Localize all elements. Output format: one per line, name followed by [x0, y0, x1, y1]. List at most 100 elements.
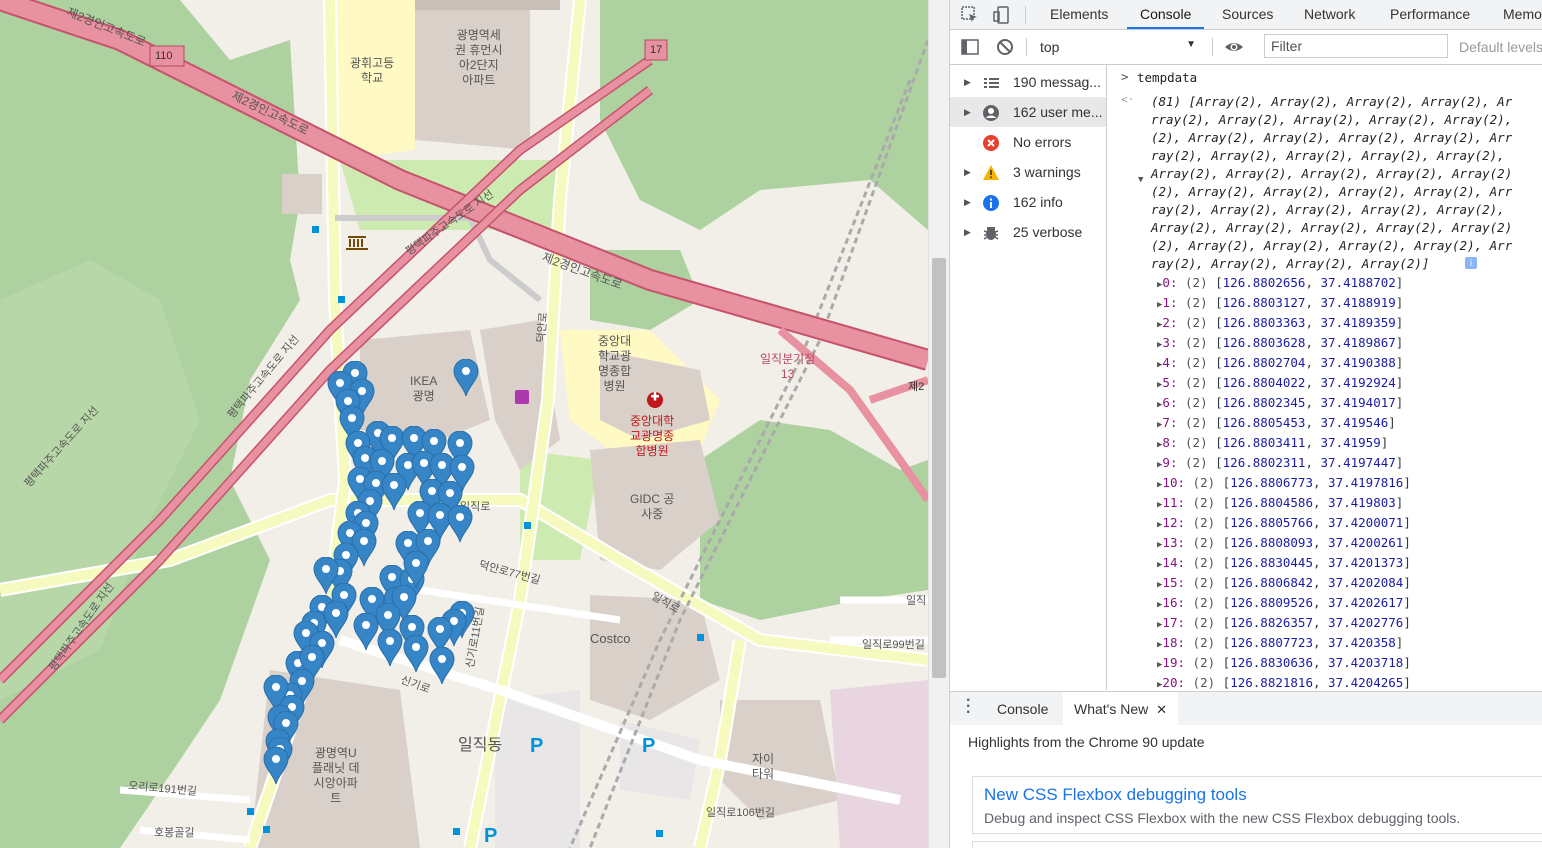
drawer-tab-whats-new[interactable]: What's New ✕	[1063, 692, 1179, 725]
entry-latitude: 37.4188702	[1320, 275, 1396, 290]
array-summary-line: rray(2), Array(2), Array(2), Array(2), A…	[1151, 112, 1513, 127]
sidebar-item-label: 25 verbose	[1013, 224, 1083, 240]
news-description: Debug and inspect CSS Flexbox with the n…	[984, 810, 1461, 826]
sidebar-item-info[interactable]: ▶ 162 info	[950, 187, 1106, 217]
drawer-tabbar: · · · Console What's New ✕	[950, 691, 1542, 726]
tab-elements[interactable]: Elements	[1050, 0, 1108, 29]
entry-longitude: 126.8802704	[1222, 355, 1306, 370]
log-level-selector[interactable]: Default levels	[1459, 39, 1542, 55]
console-filter-input[interactable]	[1264, 34, 1448, 58]
tab-sources[interactable]: Sources	[1222, 0, 1273, 29]
sidebar-item-user[interactable]: ▶ 162 user me...	[950, 97, 1106, 127]
map-marker-pin-icon[interactable]	[403, 635, 429, 673]
array-entry[interactable]: ▶18: (2) [126.8807723, 37.420358]	[1157, 633, 1403, 653]
news-card[interactable]: New CSS Flexbox debugging tools Debug an…	[972, 776, 1542, 834]
array-entry[interactable]: ▶7: (2) [126.8805453, 37.419546]	[1157, 413, 1396, 433]
tab-network[interactable]: Network	[1304, 0, 1355, 29]
entry-index: 16	[1162, 595, 1178, 610]
sidebar-item-list[interactable]: ▶ 190 messag...	[950, 67, 1106, 97]
map-label-iljik-dong: 일직동	[458, 737, 503, 754]
console-command: tempdata	[1137, 70, 1198, 85]
close-tab-icon[interactable]: ✕	[1156, 702, 1167, 717]
tab-memo[interactable]: Memo	[1503, 0, 1542, 29]
info-badge-icon[interactable]: i	[1465, 257, 1477, 269]
entry-colon: :	[1177, 675, 1186, 690]
entry-longitude: 126.8806773	[1230, 475, 1313, 490]
array-entry[interactable]: ▶14: (2) [126.8830445, 37.4201373]	[1157, 553, 1411, 573]
entry-index: 15	[1162, 575, 1178, 590]
drawer-tab-console[interactable]: Console	[986, 692, 1059, 725]
device-toolbar-icon[interactable]	[992, 5, 1012, 25]
whats-new-panel: Highlights from the Chrome 90 update New…	[950, 725, 1542, 848]
array-entry[interactable]: ▶1: (2) [126.8803127, 37.4188919]	[1157, 293, 1403, 313]
clear-console-icon[interactable]	[995, 37, 1015, 57]
entry-colon: :	[1177, 495, 1186, 510]
map-label-road: 덕안로	[535, 311, 550, 344]
expand-arrow-icon[interactable]: ▶	[964, 217, 971, 247]
array-entry[interactable]: ▶3: (2) [126.8803628, 37.4189867]	[1157, 333, 1403, 353]
expand-arrow-icon[interactable]: ▶	[964, 157, 971, 187]
array-entry[interactable]: ▶9: (2) [126.8802311, 37.4197447]	[1157, 453, 1403, 473]
svg-text:P: P	[642, 735, 655, 757]
tab-performance[interactable]: Performance	[1390, 0, 1470, 29]
expand-arrow-icon[interactable]: ▶	[964, 187, 971, 217]
array-entry[interactable]: ▶13: (2) [126.8808093, 37.4200261]	[1157, 533, 1411, 553]
map-marker-pin-icon[interactable]	[381, 473, 407, 511]
entry-longitude: 126.8803628	[1222, 335, 1306, 350]
array-entry[interactable]: ▶2: (2) [126.8803363, 37.4189359]	[1157, 313, 1403, 333]
entry-colon: :	[1177, 535, 1186, 550]
array-entry[interactable]: ▶6: (2) [126.8802345, 37.4194017]	[1157, 393, 1403, 413]
map-marker-pin-icon[interactable]	[453, 359, 479, 397]
array-entry[interactable]: ▶16: (2) [126.8809526, 37.4202617]	[1157, 593, 1411, 613]
map-view[interactable]: P P P 광휘고등 학교 광명역세 권 휴먼시 아2단지 아파트 IKEA 광…	[0, 0, 928, 848]
live-expression-eye-icon[interactable]	[1224, 37, 1244, 57]
entry-latitude: 37.419803	[1328, 495, 1396, 510]
array-summary-line[interactable]: (81) [Array(2), Array(2), Array(2), Arra…	[1151, 93, 1512, 111]
sidebar-item-bug[interactable]: ▶ 25 verbose	[950, 217, 1106, 247]
news-title-link[interactable]: New CSS Flexbox debugging tools	[984, 785, 1247, 805]
entry-colon: :	[1169, 415, 1178, 430]
console-sidebar: ▶ 190 messag... ▶ 162 user me... No errors ▶ 3…	[950, 65, 1107, 690]
result-chevron-icon: <·	[1121, 93, 1135, 106]
map-marker-pin-icon[interactable]	[377, 629, 403, 667]
array-entry[interactable]: ▶10: (2) [126.8806773, 37.4197816]	[1157, 473, 1411, 493]
expand-arrow-icon[interactable]: ▶	[964, 67, 971, 97]
news-card[interactable]	[972, 841, 1542, 848]
array-entry[interactable]: ▶20: (2) [126.8821816, 37.4204265]	[1157, 673, 1411, 690]
context-selector[interactable]: top ▼	[1040, 39, 1200, 57]
tab-console[interactable]: Console	[1127, 0, 1205, 29]
sidebar-item-warning[interactable]: ▶ 3 warnings	[950, 157, 1106, 187]
map-marker-pin-icon[interactable]	[447, 505, 473, 543]
expand-arrow-icon[interactable]: ▶	[964, 97, 971, 127]
array-entry[interactable]: ▶19: (2) [126.8830636, 37.4203718]	[1157, 653, 1411, 673]
drawer-menu-icon[interactable]: · · ·	[966, 693, 971, 721]
array-entry[interactable]: ▶17: (2) [126.8826357, 37.4202776]	[1157, 613, 1411, 633]
sidebar-item-label: 162 info	[1013, 194, 1063, 210]
entry-index: 14	[1162, 555, 1178, 570]
sidebar-toggle-icon[interactable]	[960, 37, 980, 57]
sidebar-item-label: No errors	[1013, 134, 1072, 150]
entry-colon: :	[1177, 515, 1186, 530]
map-marker-pin-icon[interactable]	[429, 647, 455, 685]
entry-index: 5	[1162, 375, 1170, 390]
sidebar-item-error[interactable]: No errors	[950, 127, 1106, 157]
array-entry[interactable]: ▶12: (2) [126.8805766, 37.4200071]	[1157, 513, 1411, 533]
page-scrollbar[interactable]	[928, 0, 949, 848]
scrollbar-thumb[interactable]	[932, 258, 946, 678]
expand-triangle-icon[interactable]: ▼	[1138, 175, 1143, 185]
map-marker-pin-icon[interactable]	[403, 551, 429, 589]
array-entry[interactable]: ▶0: (2) [126.8802656, 37.4188702]	[1157, 273, 1403, 293]
entry-length: (2)	[1185, 355, 1208, 370]
array-summary-line: (2), Array(2), Array(2), Array(2), Array…	[1151, 184, 1513, 199]
map-label-ikea: IKEA 광명	[410, 374, 438, 403]
array-entry[interactable]: ▶8: (2) [126.8803411, 37.41959]	[1157, 433, 1388, 453]
array-entry[interactable]: ▶11: (2) [126.8804586, 37.419803]	[1157, 493, 1403, 513]
entry-colon: :	[1177, 615, 1186, 630]
entry-colon: :	[1177, 635, 1186, 650]
inspect-element-icon[interactable]	[960, 5, 980, 25]
array-entry[interactable]: ▶4: (2) [126.8802704, 37.4190388]	[1157, 353, 1403, 373]
entry-index: 0	[1162, 275, 1170, 290]
array-entry[interactable]: ▶5: (2) [126.8804022, 37.4192924]	[1157, 373, 1403, 393]
map-marker-pin-icon[interactable]	[263, 747, 289, 785]
array-entry[interactable]: ▶15: (2) [126.8806842, 37.4202084]	[1157, 573, 1411, 593]
